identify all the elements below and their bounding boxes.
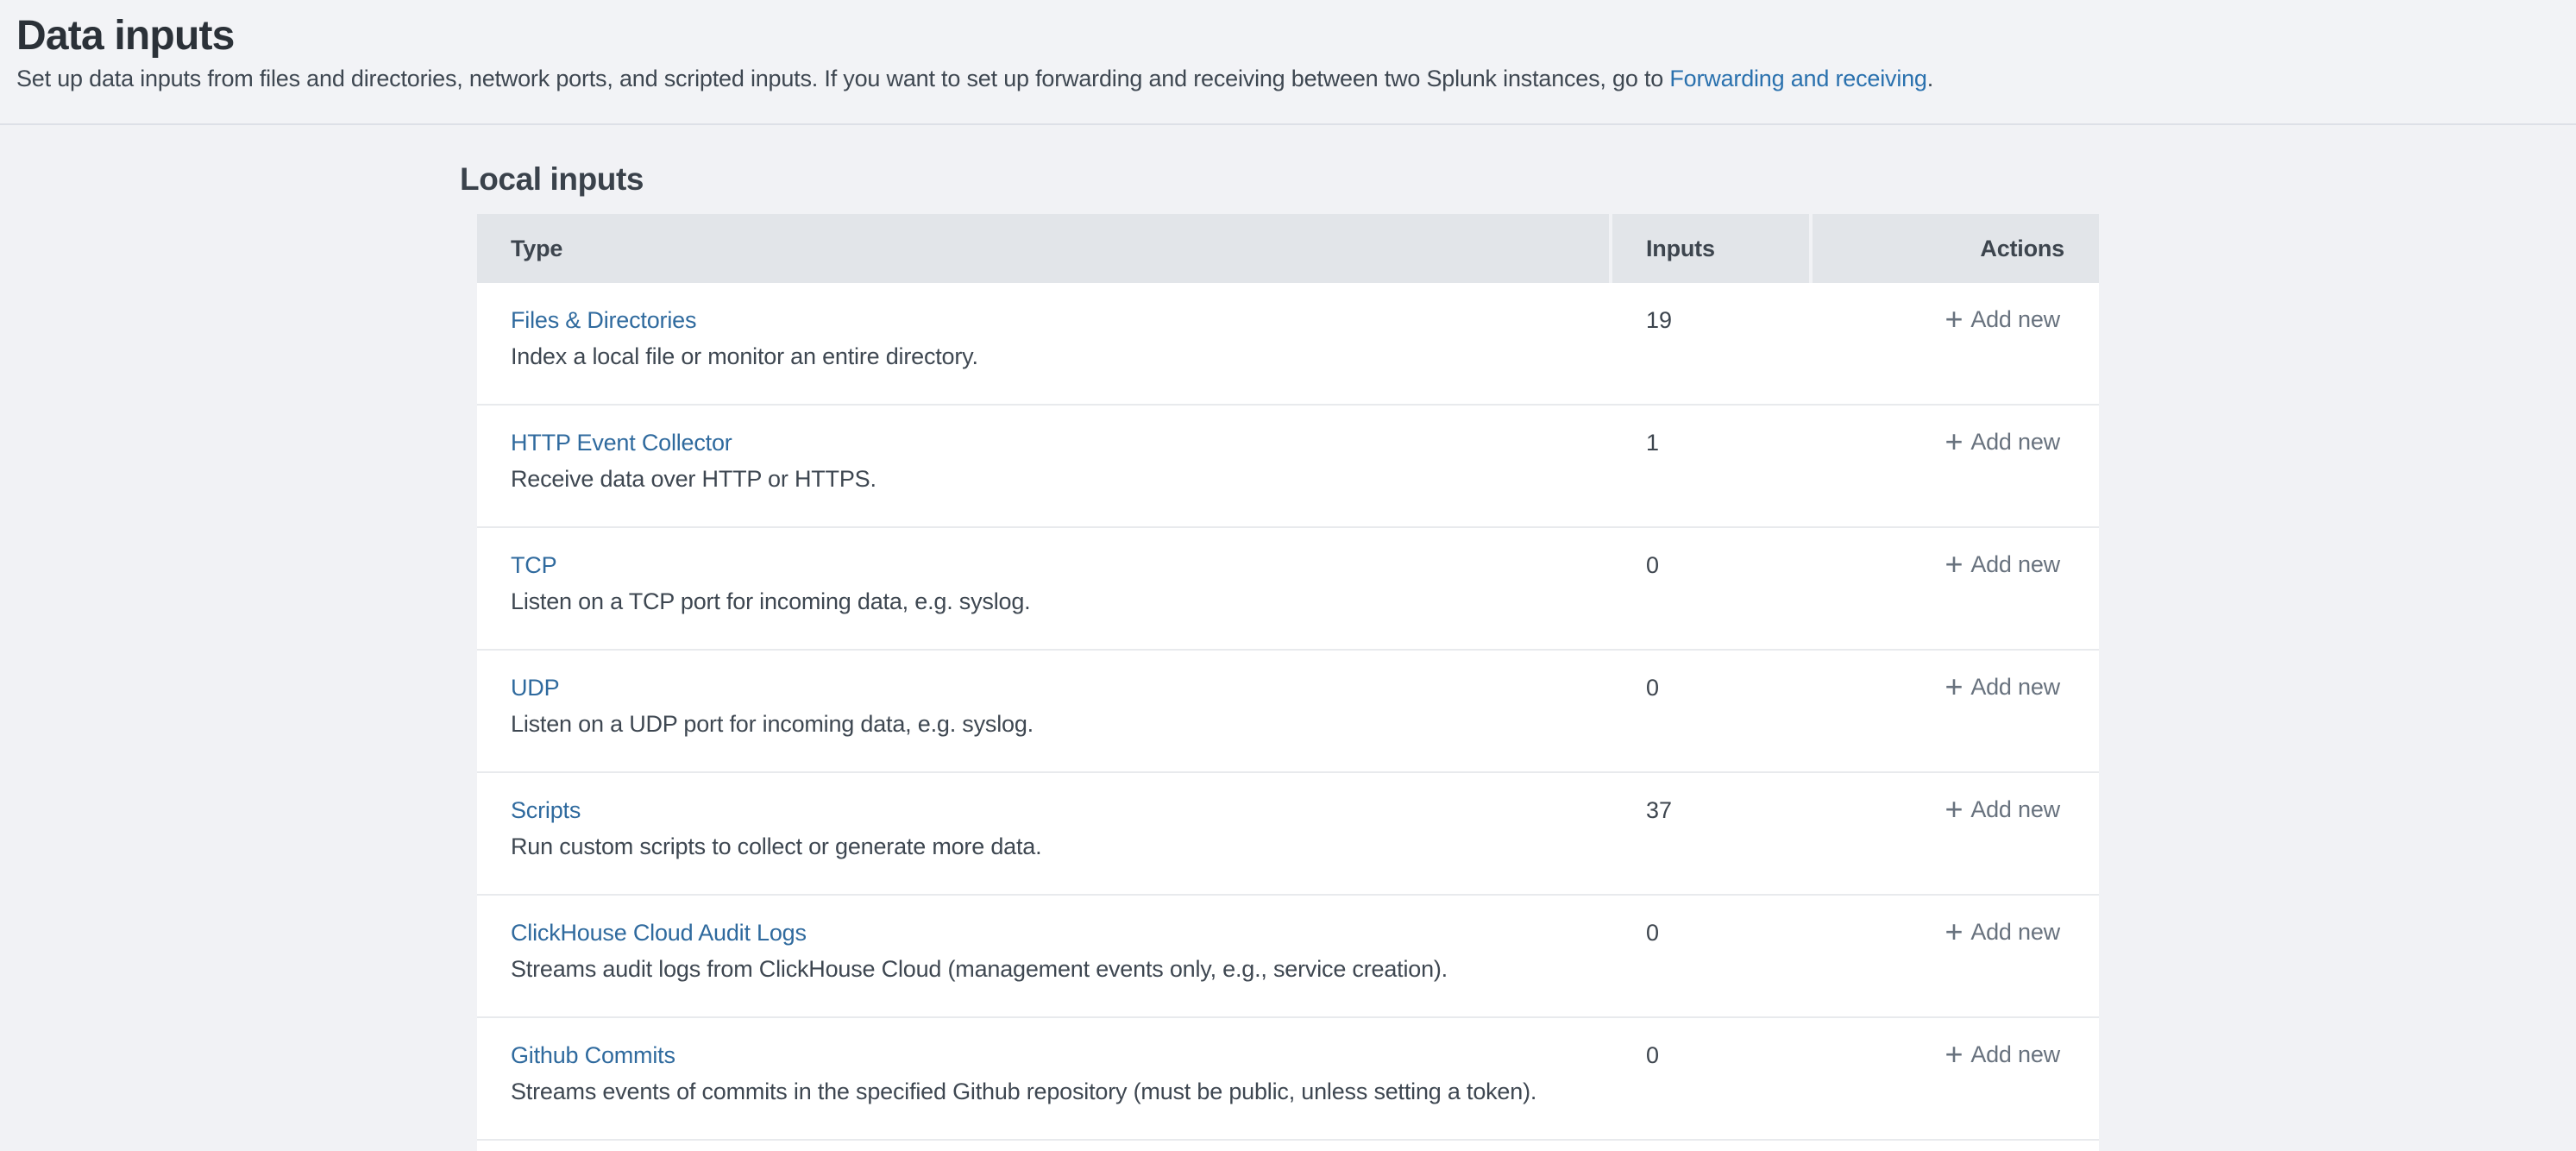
type-cell: Scripts Run custom scripts to collect or…	[477, 773, 1612, 894]
add-new-label: Add new	[1970, 674, 2060, 700]
inputs-count: 0	[1612, 528, 1813, 649]
add-new-label: Add new	[1970, 796, 2060, 822]
plus-icon: +	[1945, 914, 1963, 949]
page-subtitle: Set up data inputs from files and direct…	[16, 65, 2550, 92]
table-row: UDP Listen on a UDP port for incoming da…	[477, 651, 2099, 773]
inputs-count: 0	[1612, 1018, 1813, 1139]
input-type-description: Streams audit logs from ClickHouse Cloud…	[511, 955, 1612, 984]
input-type-link[interactable]: Scripts	[511, 796, 581, 825]
plus-icon: +	[1945, 669, 1963, 704]
input-type-description: Receive data over HTTP or HTTPS.	[511, 465, 1612, 494]
type-cell: ClickHouse Cloud Audit Logs Streams audi…	[477, 896, 1612, 1016]
actions-cell: + Add new	[1813, 283, 2099, 404]
inputs-count: 37	[1612, 773, 1813, 894]
add-new-link[interactable]: + Add new	[1945, 425, 2060, 458]
forwarding-and-receiving-link[interactable]: Forwarding and receiving	[1669, 66, 1926, 91]
actions-cell: + Add new	[1813, 1018, 2099, 1139]
data-inputs-page: Data inputs Set up data inputs from file…	[0, 0, 2576, 1151]
column-header-inputs: Inputs	[1612, 214, 1809, 283]
add-new-label: Add new	[1970, 1041, 2060, 1067]
input-type-link[interactable]: TCP	[511, 551, 556, 580]
type-cell: TCP Listen on a TCP port for incoming da…	[477, 528, 1612, 649]
add-new-link[interactable]: + Add new	[1945, 303, 2060, 336]
page-title: Data inputs	[16, 11, 2550, 60]
actions-cell: + Add new	[1813, 651, 2099, 771]
add-new-link[interactable]: + Add new	[1945, 1038, 2060, 1071]
input-type-link[interactable]: HTTP Event Collector	[511, 429, 732, 457]
type-cell: HTTP Event Collector Receive data over H…	[477, 406, 1612, 526]
actions-cell: + Add new	[1813, 896, 2099, 1016]
table-row: HTTP Event Collector Receive data over H…	[477, 406, 2099, 528]
plus-icon: +	[1945, 424, 1963, 459]
page-header: Data inputs Set up data inputs from file…	[0, 0, 2576, 125]
plus-icon: +	[1945, 1036, 1963, 1072]
input-type-link[interactable]: Github Commits	[511, 1041, 675, 1070]
plus-icon: +	[1945, 301, 1963, 336]
column-header-actions: Actions	[1813, 214, 2099, 283]
add-new-link[interactable]: + Add new	[1945, 915, 2060, 948]
add-new-link[interactable]: + Add new	[1945, 548, 2060, 581]
table-row: ClickHouse Cloud Audit Logs Streams audi…	[477, 896, 2099, 1018]
table-row: Scripts Run custom scripts to collect or…	[477, 773, 2099, 896]
input-type-link[interactable]: UDP	[511, 674, 559, 702]
input-type-description: Index a local file or monitor an entire …	[511, 343, 1612, 371]
plus-icon: +	[1945, 546, 1963, 582]
inputs-count: 0	[1612, 651, 1813, 771]
add-new-label: Add new	[1970, 306, 2060, 332]
input-type-link[interactable]: ClickHouse Cloud Audit Logs	[511, 919, 807, 947]
input-type-description: Listen on a TCP port for incoming data, …	[511, 588, 1612, 616]
actions-cell: + Add new	[1813, 528, 2099, 649]
column-header-type: Type	[477, 214, 1609, 283]
section-heading-local-inputs: Local inputs	[460, 161, 2576, 198]
inputs-count: 0	[1612, 896, 1813, 1016]
subtitle-text: Set up data inputs from files and direct…	[16, 66, 1669, 91]
inputs-count: 19	[1612, 283, 1813, 404]
type-cell: Files & Directories Index a local file o…	[477, 283, 1612, 404]
actions-cell: + Add new	[1813, 406, 2099, 526]
add-new-link[interactable]: + Add new	[1945, 793, 2060, 826]
actions-cell: + Add new	[1813, 773, 2099, 894]
add-new-link[interactable]: + Add new	[1945, 670, 2060, 703]
input-type-description: Streams events of commits in the specifi…	[511, 1078, 1612, 1106]
local-inputs-table: Type Inputs Actions Files & Directories …	[477, 214, 2099, 1151]
add-new-label: Add new	[1970, 919, 2060, 945]
table-row: Github Commits Streams events of commits…	[477, 1018, 2099, 1141]
type-cell: Github Commits Streams events of commits…	[477, 1018, 1612, 1139]
plus-icon: +	[1945, 791, 1963, 827]
inputs-count: 1	[1612, 406, 1813, 526]
input-type-description: Run custom scripts to collect or generat…	[511, 833, 1612, 861]
add-new-label: Add new	[1970, 551, 2060, 577]
table-row: Files & Directories Index a local file o…	[477, 283, 2099, 406]
table-header-row: Type Inputs Actions	[477, 214, 2099, 283]
input-type-description: Listen on a UDP port for incoming data, …	[511, 710, 1612, 739]
partial-next-row	[477, 1141, 2099, 1151]
add-new-label: Add new	[1970, 429, 2060, 455]
table-row: TCP Listen on a TCP port for incoming da…	[477, 528, 2099, 651]
subtitle-suffix: .	[1927, 66, 1933, 91]
table-body: Files & Directories Index a local file o…	[477, 283, 2099, 1141]
input-type-link[interactable]: Files & Directories	[511, 306, 696, 335]
type-cell: UDP Listen on a UDP port for incoming da…	[477, 651, 1612, 771]
